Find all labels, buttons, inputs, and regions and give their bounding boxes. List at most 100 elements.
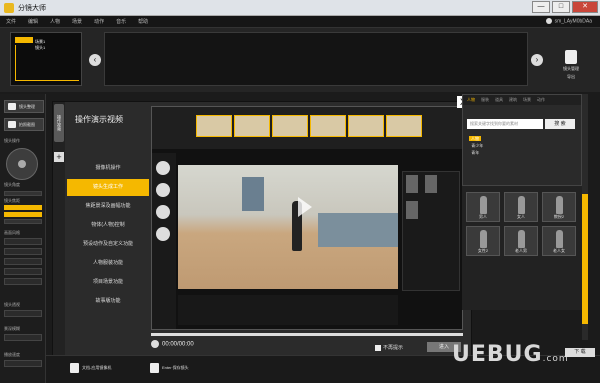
tree-node[interactable]: 青少年	[471, 143, 483, 148]
user-icon	[545, 18, 552, 24]
video-progress-bar[interactable]	[151, 333, 463, 336]
maximize-button[interactable]: □	[552, 1, 570, 13]
character-card[interactable]: 老人男	[504, 226, 538, 256]
play-button-icon[interactable]	[151, 340, 159, 348]
snapshot-button[interactable]: 拍照截图	[4, 118, 44, 131]
style-field[interactable]	[4, 238, 42, 245]
menu-action[interactable]: 动作	[94, 18, 104, 25]
character-card[interactable]: 女人	[504, 192, 538, 222]
shot-manager-button[interactable]: 镜头管理 导出	[553, 50, 589, 80]
asset-search-input[interactable]: 搜索关键字找到你要的素材	[467, 119, 543, 129]
video-inner-left	[152, 153, 176, 329]
speed-field[interactable]	[4, 360, 42, 367]
perspective-slider[interactable]	[4, 310, 42, 317]
save-shot-button[interactable]: Enter 保存镜头	[150, 360, 189, 376]
tab-building[interactable]: 建筑	[509, 97, 517, 103]
tree-node[interactable]: 青年	[471, 150, 479, 155]
user-account[interactable]: sm_LAyM0bDAa	[545, 18, 592, 25]
character-figure	[556, 230, 563, 248]
depth-slider[interactable]	[4, 334, 42, 341]
video-inner-toolbar	[152, 107, 464, 149]
tab-action[interactable]: 动作	[537, 97, 545, 103]
plus-icon[interactable]: +	[54, 152, 64, 162]
user-name: sm_LAyM0bDAa	[554, 18, 592, 25]
menu-edit[interactable]: 编辑	[28, 18, 38, 25]
app-icon	[4, 3, 14, 13]
document-icon	[70, 363, 79, 373]
video-dial	[156, 227, 170, 241]
checkbox-icon[interactable]	[375, 344, 381, 351]
style-label: 画面风格	[4, 230, 20, 235]
menu-file[interactable]: 文件	[6, 18, 16, 25]
character-name: 男人	[479, 214, 487, 219]
tree-node-selected[interactable]: 人物	[469, 136, 481, 141]
character-card[interactable]: 老人女	[542, 226, 576, 256]
tutorial-tab[interactable]: 操作视频	[54, 104, 64, 142]
style-field[interactable]	[4, 268, 42, 275]
style-field[interactable]	[4, 258, 42, 265]
tutorial-item[interactable]: 焦距景深及画幅功能	[67, 198, 149, 215]
character-figure	[480, 196, 487, 214]
prev-arrow-icon[interactable]: ‹	[89, 54, 101, 66]
tutorial-item[interactable]: 预设动作及自定义功能	[67, 236, 149, 253]
snapshot-label: 拍照截图	[19, 122, 35, 127]
character-name: 老人男	[515, 248, 527, 253]
tab-costume[interactable]: 服装	[481, 97, 489, 103]
tutorial-side: 操作视频 +	[53, 102, 65, 373]
tutorial-video[interactable]	[151, 106, 464, 330]
tutorial-item[interactable]: 故事版功能	[67, 293, 149, 310]
character-card[interactable]: 女性2	[466, 226, 500, 256]
storyboard-root[interactable]	[15, 37, 33, 43]
scrollbar-thumb[interactable]	[582, 194, 588, 324]
style-field[interactable]	[4, 248, 42, 255]
character-name: 女性2	[477, 248, 489, 253]
character-card[interactable]: 教授2	[542, 192, 576, 222]
storyboard-branch[interactable]: 镜头1	[35, 45, 45, 51]
figure-thumb	[425, 175, 438, 193]
shot-thumbnails	[104, 32, 528, 86]
left-control-panel: 镜头整理 拍照截图 镜头操作 镜头角度 镜头焦距 画面风格 镜头透视 景深模糊 …	[0, 94, 46, 383]
apply-camera-label: 文档-应用镜像机	[82, 365, 112, 370]
tutorial-item[interactable]: 项目场景功能	[67, 274, 149, 291]
dont-show-checkbox[interactable]: 不再提示	[375, 344, 403, 351]
tutorial-item[interactable]: 物体(人物)控制	[67, 217, 149, 234]
next-arrow-icon[interactable]: ›	[531, 54, 543, 66]
tutorial-item[interactable]: 人物服装功能	[67, 255, 149, 272]
menu-music[interactable]: 音乐	[116, 18, 126, 25]
asset-tabs: 人物 服装 道具 建筑 场景 动作	[463, 95, 581, 105]
asset-search-button[interactable]: 搜 索	[545, 119, 575, 129]
character-card[interactable]: 男人	[466, 192, 500, 222]
storyboard-tree[interactable]: 场景1 镜头1	[10, 32, 82, 86]
style-field[interactable]	[4, 278, 42, 285]
dont-show-label: 不再提示	[383, 345, 404, 351]
right-scrollbar[interactable]	[582, 94, 588, 340]
menu-help[interactable]: 帮助	[138, 18, 148, 25]
menu-bar: 文件 编辑 人物 场景 动作 音乐 帮助 sm_LAyM0bDAa	[0, 16, 600, 28]
tab-prop[interactable]: 道具	[495, 97, 503, 103]
document-icon	[565, 50, 577, 64]
menu-character[interactable]: 人物	[50, 18, 60, 25]
lens-option[interactable]	[4, 191, 42, 196]
tab-scene[interactable]: 场景	[523, 97, 531, 103]
video-dial	[156, 183, 170, 197]
apply-camera-button[interactable]: 文档-应用镜像机	[70, 360, 111, 376]
menu-scene[interactable]: 场景	[72, 18, 82, 25]
play-icon[interactable]	[298, 197, 312, 217]
camera-icon	[8, 121, 16, 128]
character-figure	[480, 230, 487, 248]
minimize-button[interactable]: —	[532, 1, 550, 13]
tutorial-item[interactable]: 摄像机操作	[67, 160, 149, 177]
character-grid-panel: 男人 女人 教授2 女性2 老人男 老人女	[462, 186, 582, 310]
tutorial-item-active[interactable]: 镜头生成工作	[67, 179, 149, 196]
lens-option[interactable]	[4, 205, 42, 210]
lens-option[interactable]	[4, 219, 42, 224]
arrange-shot-label: 镜头整理	[19, 104, 35, 109]
storyboard-strip: 场景1 镜头1 ‹ › 镜头管理 导出	[0, 28, 600, 92]
camera-dial[interactable]	[6, 148, 38, 180]
lens-option[interactable]	[4, 212, 42, 217]
lens-label: 镜头焦距	[4, 198, 20, 203]
arrange-shot-button[interactable]: 镜头整理	[4, 100, 44, 113]
tab-character[interactable]: 人物	[467, 97, 475, 103]
download-button[interactable]: 下 载	[565, 348, 595, 357]
close-button[interactable]: ✕	[572, 1, 598, 13]
